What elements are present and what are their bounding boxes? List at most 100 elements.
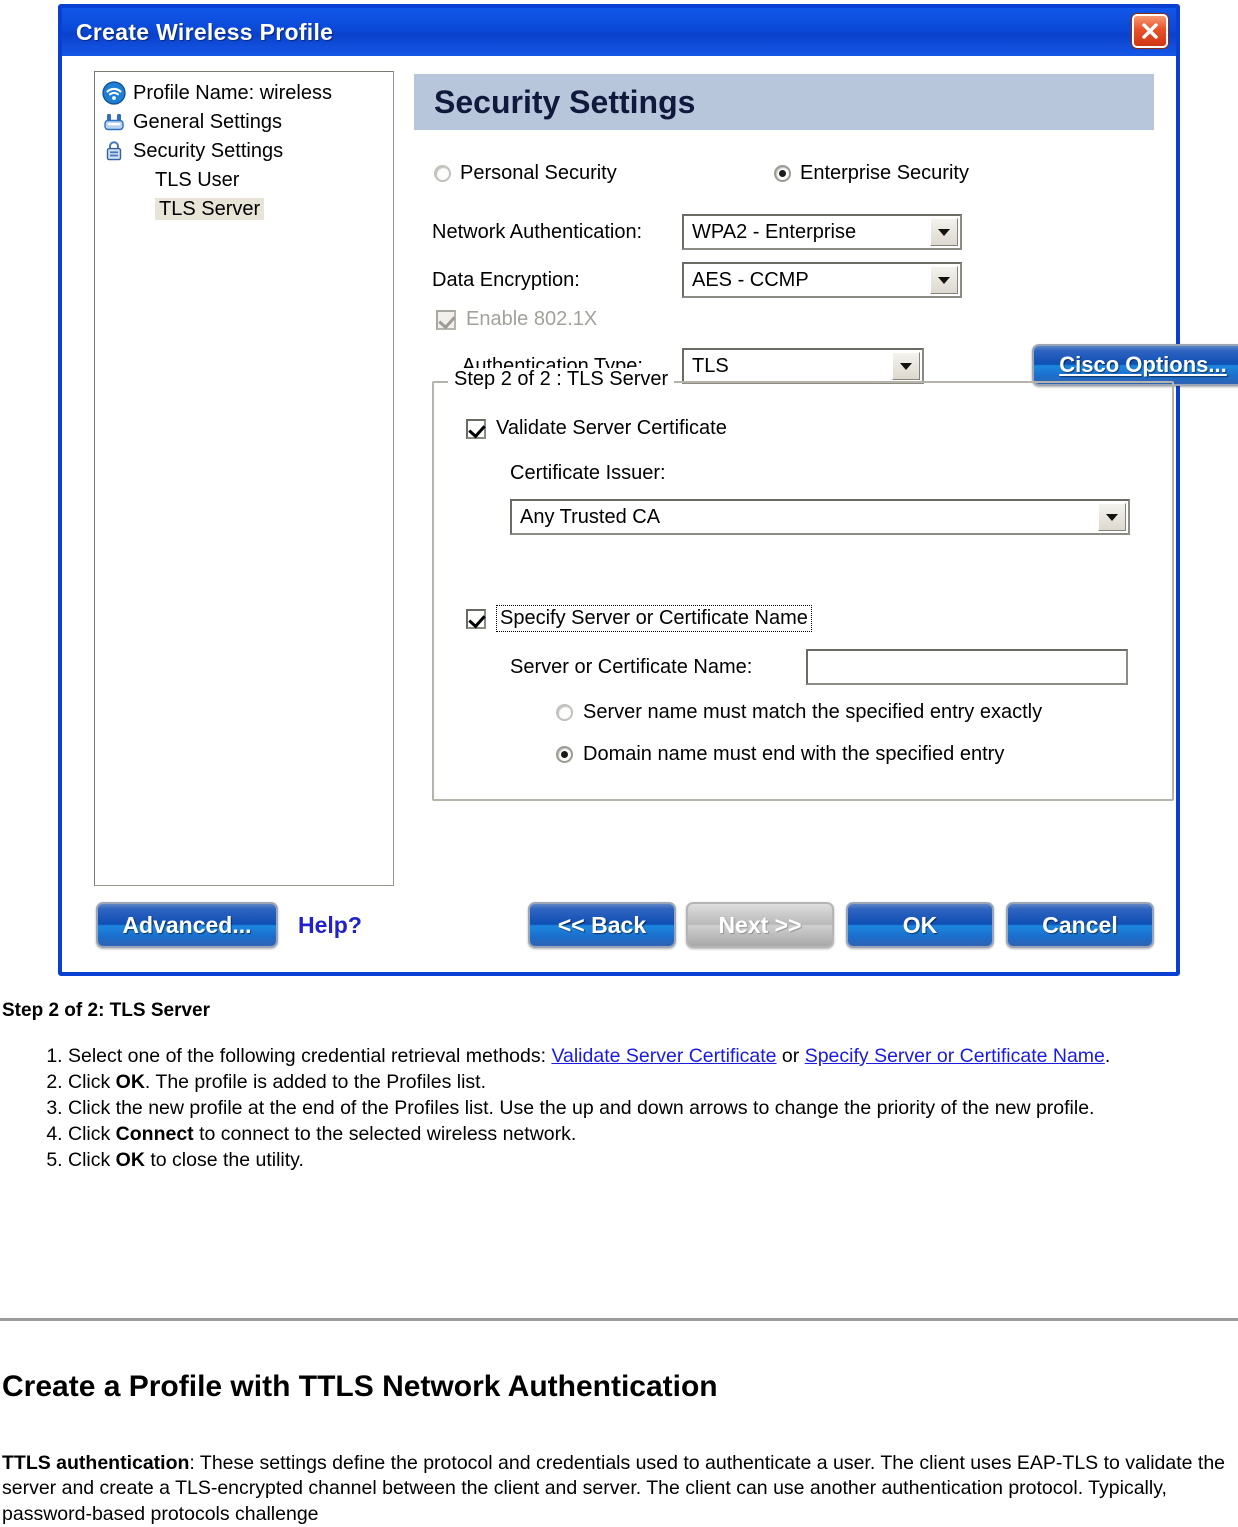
radio-indicator	[556, 746, 573, 763]
cancel-button-label: Cancel	[1042, 911, 1118, 938]
tree-item-label: Security Settings	[133, 139, 284, 162]
step-heading: Step 2 of 2: TLS Server	[2, 1000, 211, 1021]
chevron-down-icon[interactable]	[930, 266, 958, 294]
wireless-signal-icon	[101, 80, 127, 105]
list-item: Click the new profile at the end of the …	[68, 1096, 1238, 1121]
server-name-label: Server or Certificate Name:	[510, 655, 753, 678]
ok-button[interactable]: OK	[846, 902, 994, 948]
step4-prefix: Click	[68, 1122, 116, 1145]
server-or-certificate-name-input[interactable]	[806, 649, 1128, 685]
chevron-down-icon[interactable]	[930, 218, 958, 246]
step5-bold: OK	[115, 1148, 145, 1171]
groupbox-title: Step 2 of 2 : TLS Server	[448, 368, 675, 391]
network-authentication-row: Network Authentication: WPA2 - Enterpris…	[432, 214, 962, 250]
step2-prefix: Click	[68, 1070, 116, 1093]
enable-8021x-checkbox[interactable]	[436, 309, 456, 330]
list-item: Click OK. The profile is added to the Pr…	[68, 1070, 1238, 1095]
data-encryption-value: AES - CCMP	[692, 268, 809, 291]
network-authentication-value: WPA2 - Enterprise	[692, 220, 857, 243]
step5-suffix: to close the utility.	[144, 1148, 304, 1171]
document-content: Step 2 of 2: TLS Server Select one of th…	[0, 1000, 1238, 1403]
radio-label: Domain name must end with the specified …	[583, 743, 1005, 765]
dialog-titlebar: Create Wireless Profile	[62, 8, 1176, 56]
pane-title-bar: Security Settings	[414, 74, 1154, 130]
list-item: Click Connect to connect to the selected…	[68, 1122, 1238, 1147]
enable-8021x-row[interactable]: Enable 802.1X	[436, 308, 597, 331]
page-title: Security Settings	[434, 83, 696, 120]
server-name-field-row: Server or Certificate Name:	[510, 649, 1128, 685]
network-authentication-select[interactable]: WPA2 - Enterprise	[682, 214, 962, 250]
chevron-down-icon[interactable]	[892, 352, 920, 380]
close-icon[interactable]	[1132, 14, 1168, 48]
tree-item-profile-name[interactable]: Profile Name: wireless	[95, 78, 393, 107]
validate-server-certificate-checkbox[interactable]	[466, 418, 486, 439]
tls-server-groupbox: Step 2 of 2 : TLS Server Validate Server…	[432, 368, 1174, 801]
specify-server-name-row[interactable]: Specify Server or Certificate Name	[466, 605, 812, 632]
authentication-type-select[interactable]: TLS	[682, 348, 924, 384]
tree-item-tls-user[interactable]: TLS User	[95, 165, 393, 194]
link-specify-server-or-certificate-name[interactable]: Specify Server or Certificate Name	[805, 1045, 1105, 1067]
radio-domain-name-end[interactable]: Domain name must end with the specified …	[556, 743, 1004, 766]
advanced-button[interactable]: Advanced...	[96, 902, 278, 948]
step1-suffix: .	[1104, 1045, 1111, 1067]
tree-item-label: TLS Server	[155, 197, 265, 220]
cisco-options-label: Cisco Options...	[1059, 352, 1227, 377]
step5-prefix: Click	[68, 1148, 116, 1171]
advanced-button-label: Advanced...	[122, 911, 252, 938]
dialog-body: Profile Name: wireless General Settings	[62, 56, 1238, 972]
create-wireless-profile-dialog: Create Wireless Profile Profile Name: wi…	[58, 4, 1238, 976]
cancel-button[interactable]: Cancel	[1006, 902, 1154, 948]
data-encryption-row: Data Encryption: AES - CCMP	[432, 262, 962, 298]
cisco-options-button[interactable]: Cisco Options...	[1032, 344, 1238, 386]
chevron-down-icon[interactable]	[1098, 503, 1126, 531]
section-divider	[0, 1318, 1238, 1321]
certificate-issuer-label-row: Certificate Issuer:	[510, 462, 666, 485]
step2-bold: OK	[115, 1070, 145, 1093]
certificate-issuer-value: Any Trusted CA	[520, 505, 661, 528]
radio-label: Personal Security	[460, 162, 617, 184]
radio-label: Enterprise Security	[800, 162, 969, 184]
tree-item-tls-server[interactable]: TLS Server	[95, 194, 393, 223]
tree-item-label: General Settings	[133, 110, 282, 133]
next-button-label: Next >>	[718, 911, 802, 938]
steps-list: Select one of the following credential r…	[0, 1044, 1238, 1173]
step2-suffix: . The profile is added to the Profiles l…	[144, 1070, 486, 1093]
radio-personal-security[interactable]: Personal Security	[434, 162, 617, 185]
step4-bold: Connect	[115, 1122, 194, 1145]
specify-server-name-checkbox[interactable]	[466, 608, 486, 629]
settings-pane: Security Settings Personal Security Ente…	[414, 66, 1238, 972]
validate-server-certificate-label: Validate Server Certificate	[496, 417, 727, 439]
radio-indicator	[434, 165, 451, 182]
dialog-button-bar: Advanced... Help? << Back Next >> OK Can…	[62, 902, 1176, 954]
certificate-issuer-label: Certificate Issuer:	[510, 462, 666, 484]
profile-tree-panel[interactable]: Profile Name: wireless General Settings	[94, 71, 394, 886]
enable-8021x-label: Enable 802.1X	[466, 308, 598, 330]
data-encryption-select[interactable]: AES - CCMP	[682, 262, 962, 298]
ttls-paragraph-bold: TTLS authentication	[2, 1452, 190, 1474]
tree-item-general-settings[interactable]: General Settings	[95, 107, 393, 136]
radio-indicator	[774, 165, 791, 182]
radio-server-name-match[interactable]: Server name must match the specified ent…	[556, 701, 1042, 724]
general-settings-icon	[101, 110, 127, 134]
certificate-issuer-select[interactable]: Any Trusted CA	[510, 499, 1130, 535]
section-title: Create a Profile with TTLS Network Authe…	[2, 1370, 718, 1403]
validate-server-certificate-row[interactable]: Validate Server Certificate	[466, 417, 727, 440]
security-mode-radio-group: Personal Security Enterprise Security	[434, 162, 1174, 190]
list-item: Click OK to close the utility.	[68, 1148, 1238, 1173]
step4-suffix: to connect to the selected wireless netw…	[193, 1122, 577, 1145]
dialog-title: Create Wireless Profile	[76, 18, 334, 45]
network-authentication-label: Network Authentication:	[432, 220, 643, 243]
back-button[interactable]: << Back	[528, 902, 676, 948]
next-button[interactable]: Next >>	[686, 902, 834, 948]
step1-middle: or	[776, 1045, 805, 1067]
tree-item-security-settings[interactable]: Security Settings	[95, 136, 393, 165]
step3-text: Click the new profile at the end of the …	[68, 1096, 1095, 1119]
radio-enterprise-security[interactable]: Enterprise Security	[774, 162, 969, 185]
tree-item-label: TLS User	[155, 168, 240, 191]
data-encryption-label: Data Encryption:	[432, 268, 580, 291]
back-button-label: << Back	[557, 911, 647, 938]
link-validate-server-certificate[interactable]: Validate Server Certificate	[551, 1045, 776, 1067]
radio-label: Server name must match the specified ent…	[583, 701, 1043, 723]
help-link[interactable]: Help?	[298, 912, 362, 939]
ok-button-label: OK	[902, 911, 938, 938]
